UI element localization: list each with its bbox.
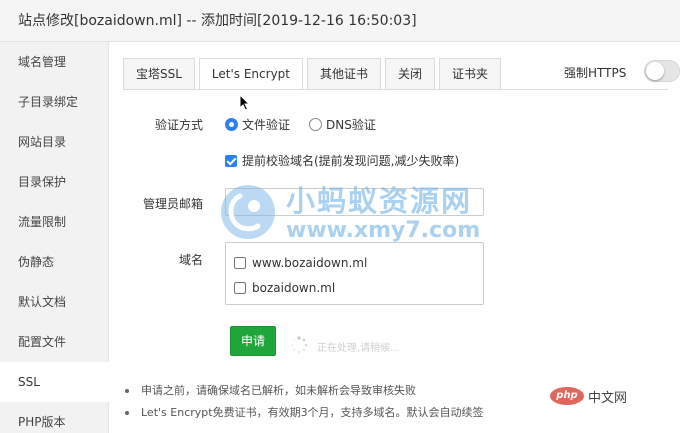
note-item: 申请之前，请确保域名已解析，如未解析会导致审核失败 xyxy=(123,380,673,402)
sidebar-item-site-directory[interactable]: 网站目录 xyxy=(0,122,108,162)
domain-name-www: www.bozaidown.ml xyxy=(252,256,368,270)
domain-item-www[interactable]: www.bozaidown.ml xyxy=(234,256,367,270)
ssl-panel: 宝塔SSL Let's Encrypt 其他证书 关闭 证书夹 强制HTTPS … xyxy=(109,42,680,433)
sidebar-item-ssl[interactable]: SSL xyxy=(0,362,109,402)
radio-file-verify-label: 文件验证 xyxy=(242,118,291,132)
tab-lets-encrypt[interactable]: Let's Encrypt xyxy=(198,58,303,90)
loading-spinner-icon xyxy=(291,336,308,354)
sidebar-item-config-file[interactable]: 配置文件 xyxy=(0,322,108,362)
apply-button[interactable]: 申请 xyxy=(230,326,276,356)
sidebar-item-rewrite[interactable]: 伪静态 xyxy=(0,242,108,282)
domain-checkbox-www xyxy=(234,257,246,269)
domain-item-root[interactable]: bozaidown.ml xyxy=(234,281,335,295)
force-https-label: 强制HTTPS xyxy=(564,66,627,80)
tab-cert-folder[interactable]: 证书夹 xyxy=(439,58,502,90)
radio-dns-verify[interactable]: DNS验证 xyxy=(309,116,376,133)
tab-other-cert[interactable]: 其他证书 xyxy=(307,58,382,90)
radio-file-verify-dot xyxy=(225,118,238,131)
sidebar-item-subdirectory-binding[interactable]: 子目录绑定 xyxy=(0,82,108,122)
admin-email-input[interactable] xyxy=(225,188,484,216)
verify-method-label: 验证方式 xyxy=(154,118,203,132)
tab-underline xyxy=(123,89,668,90)
tab-close[interactable]: 关闭 xyxy=(385,58,436,90)
tab-bt-ssl[interactable]: 宝塔SSL xyxy=(123,58,195,90)
precheck-label: 提前校验域名(提前发现问题,减少失败率) xyxy=(242,154,460,168)
domain-name-root: bozaidown.ml xyxy=(252,281,336,295)
force-https: 强制HTTPS xyxy=(560,60,680,84)
sidebar-item-traffic-limit[interactable]: 流量限制 xyxy=(0,202,108,242)
ssl-notes: 申请之前，请确保域名已解析，如未解析会导致审核失败 Let's Encrypt免… xyxy=(123,380,673,424)
loading-text: 正在处理,请稍候... xyxy=(317,343,400,354)
ssl-tabs: 宝塔SSL Let's Encrypt 其他证书 关闭 证书夹 xyxy=(123,58,505,90)
sidebar-item-directory-protection[interactable]: 目录保护 xyxy=(0,162,108,202)
sidebar-item-default-document[interactable]: 默认文档 xyxy=(0,282,108,322)
force-https-toggle[interactable] xyxy=(644,60,680,82)
domain-label: 域名 xyxy=(178,253,203,267)
domain-checkbox-root xyxy=(234,282,246,294)
radio-file-verify[interactable]: 文件验证 xyxy=(225,116,290,133)
mouse-cursor-icon xyxy=(239,94,250,111)
toggle-knob xyxy=(646,62,664,80)
precheck-domain-checkbox[interactable]: 提前校验域名(提前发现问题,减少失败率) xyxy=(225,152,459,169)
admin-email-label: 管理员邮箱 xyxy=(142,197,203,211)
sidebar-item-domain-management[interactable]: 域名管理 xyxy=(0,42,108,82)
note-item: Let's Encrypt免费证书，有效期3个月，支持多域名。默认会自动续签 xyxy=(123,402,673,424)
window-title: 站点修改[bozaidown.ml] -- 添加时间[2019-12-16 16… xyxy=(0,0,680,42)
precheck-checkbox-box xyxy=(225,154,237,167)
radio-dns-verify-dot xyxy=(309,118,322,131)
domain-list: www.bozaidown.ml bozaidown.ml xyxy=(225,242,484,305)
radio-dns-verify-label: DNS验证 xyxy=(326,118,376,132)
sidebar-item-php-version[interactable]: PHP版本 xyxy=(0,402,108,433)
sidebar: 域名管理 子目录绑定 网站目录 目录保护 流量限制 伪静态 默认文档 配置文件 … xyxy=(0,42,109,433)
